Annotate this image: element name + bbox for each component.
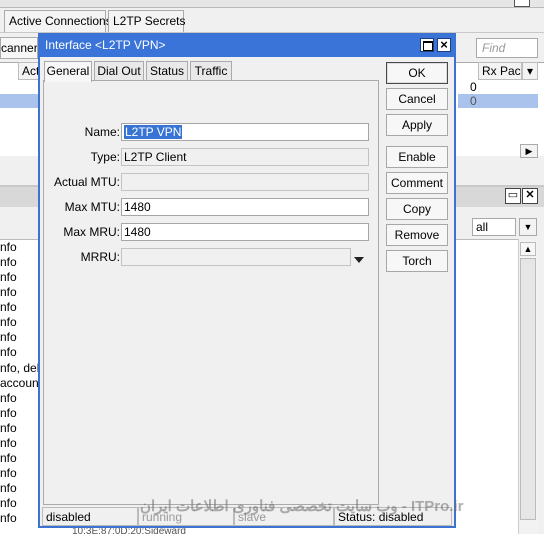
- log-line[interactable]: nfo: [0, 406, 17, 421]
- log-line[interactable]: nfo: [0, 511, 17, 526]
- torch-button[interactable]: Torch: [386, 250, 448, 272]
- dialog-title: Interface <L2TP VPN>: [45, 38, 166, 52]
- type-label: Type:: [90, 150, 120, 164]
- tab-dial-out[interactable]: Dial Out: [94, 61, 144, 81]
- tab-active-connections[interactable]: Active Connections: [4, 10, 112, 32]
- log-line[interactable]: nfo: [0, 391, 17, 406]
- cancel-button[interactable]: Cancel: [386, 88, 448, 110]
- watermark: ITPro.ir - وب سایت تخصصی فناوری اطلاعات …: [140, 498, 464, 515]
- log-line[interactable]: nfo: [0, 345, 17, 360]
- maximize-icon[interactable]: [420, 38, 434, 52]
- log-line[interactable]: nfo: [0, 300, 17, 315]
- log-line[interactable]: nfo: [0, 466, 17, 481]
- ok-button[interactable]: OK: [386, 62, 448, 84]
- comment-button[interactable]: Comment: [386, 172, 448, 194]
- tab-traffic[interactable]: Traffic: [190, 61, 232, 81]
- scroll-up-icon[interactable]: ▲: [520, 242, 536, 256]
- log-line[interactable]: nfo: [0, 240, 17, 255]
- find-input[interactable]: Find: [476, 38, 538, 58]
- table-cell-rx-packets: 0: [470, 80, 477, 94]
- main-close-button[interactable]: [514, 0, 530, 7]
- name-label: Name:: [84, 125, 120, 139]
- log-line[interactable]: nfo: [0, 270, 17, 285]
- column-header-rx-packets[interactable]: Rx Pack: [478, 62, 522, 80]
- close-icon[interactable]: ×: [437, 38, 451, 52]
- log-close-button[interactable]: ✕: [522, 188, 538, 204]
- general-panel: Name: L2TP VPN Type: L2TP Client Actual …: [43, 80, 379, 505]
- log-line[interactable]: nfo: [0, 421, 17, 436]
- remove-button[interactable]: Remove: [386, 224, 448, 246]
- scanner-button[interactable]: canner: [0, 37, 38, 59]
- main-window-topbar: [0, 0, 544, 8]
- column-chooser-arrow-icon[interactable]: ▾: [522, 62, 538, 80]
- status-disabled: disabled: [42, 507, 138, 526]
- apply-button[interactable]: Apply: [386, 114, 448, 136]
- log-line[interactable]: nfo: [0, 451, 17, 466]
- scroll-right-icon[interactable]: ▶: [520, 144, 538, 158]
- max-mru-label: Max MRU:: [63, 225, 120, 239]
- log-line[interactable]: nfo: [0, 436, 17, 451]
- name-value: L2TP VPN: [124, 125, 183, 139]
- log-line[interactable]: nfo: [0, 315, 17, 330]
- log-line[interactable]: nfo: [0, 496, 17, 511]
- max-mtu-field[interactable]: 1480: [121, 198, 369, 216]
- tab-l2tp-secrets[interactable]: L2TP Secrets: [108, 10, 185, 32]
- log-line[interactable]: nfo: [0, 330, 17, 345]
- mrru-label: MRRU:: [80, 250, 120, 264]
- table-row-selected-left[interactable]: [0, 94, 38, 108]
- name-field[interactable]: L2TP VPN: [121, 123, 369, 141]
- actual-mtu-field: [121, 173, 369, 191]
- log-line[interactable]: nfo: [0, 255, 17, 270]
- log-maximize-button[interactable]: ▭: [505, 188, 521, 204]
- table-cell-rx-packets: 0: [470, 94, 477, 108]
- mrru-dropdown-arrow-icon[interactable]: [354, 257, 364, 263]
- max-mru-field[interactable]: 1480: [121, 223, 369, 241]
- scanner-button-label: canner: [1, 41, 38, 55]
- log-line[interactable]: nfo: [0, 481, 17, 496]
- tab-status[interactable]: Status: [146, 61, 188, 81]
- copy-button[interactable]: Copy: [386, 198, 448, 220]
- actual-mtu-label: Actual MTU:: [53, 175, 120, 189]
- mrru-field[interactable]: [121, 248, 351, 266]
- max-mtu-label: Max MTU:: [64, 200, 120, 214]
- dialog-titlebar[interactable]: Interface <L2TP VPN>: [40, 35, 454, 57]
- interface-dialog: Interface <L2TP VPN> × General Dial Out …: [38, 33, 456, 528]
- tab-general[interactable]: General: [44, 61, 92, 82]
- log-filter-select[interactable]: all: [472, 218, 516, 236]
- log-scroll-thumb[interactable]: [520, 258, 536, 520]
- enable-button[interactable]: Enable: [386, 146, 448, 168]
- type-field: L2TP Client: [121, 148, 369, 166]
- log-line[interactable]: nfo: [0, 285, 17, 300]
- log-filter-arrow-icon[interactable]: ▼: [519, 218, 537, 236]
